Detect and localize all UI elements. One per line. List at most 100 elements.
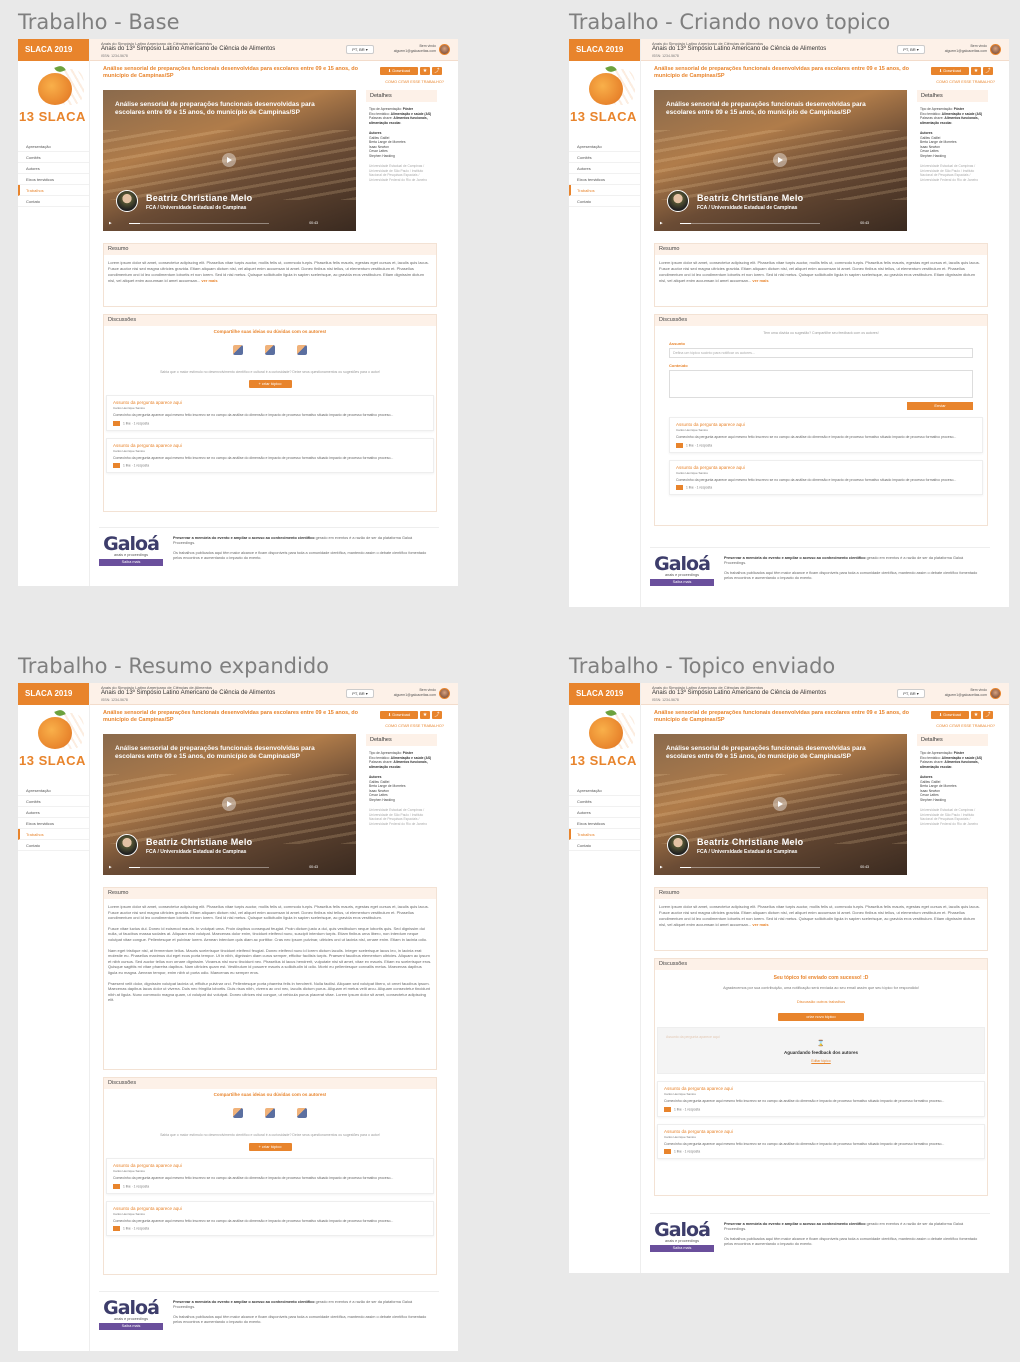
video-controls[interactable]: ▶ 00:43: [109, 221, 350, 226]
avatar[interactable]: [990, 688, 1001, 699]
share-icon[interactable]: ⤴: [432, 711, 442, 719]
question-card[interactable]: Assunto da pergunta aparece aqui Carlos H…: [669, 459, 983, 495]
nav-item-trabalhos[interactable]: Trabalhos: [569, 829, 640, 840]
question-title[interactable]: Assunto da pergunta aparece aqui: [113, 400, 427, 405]
video-progress[interactable]: [129, 223, 269, 224]
language-select[interactable]: PT, BR ▾: [346, 689, 374, 698]
question-card[interactable]: Assunto da pergunta aparece aqui Carlos H…: [657, 1123, 985, 1159]
ver-mais-link[interactable]: ver mais: [200, 278, 217, 283]
nav-item-comites[interactable]: Comitês: [18, 796, 89, 807]
language-select[interactable]: PT, BR ▾: [897, 689, 925, 698]
play-small-icon[interactable]: ▶: [660, 865, 663, 869]
author[interactable]: Stephen Hawking: [920, 154, 985, 159]
nav-item-autores[interactable]: Autores: [18, 163, 89, 174]
like-icon[interactable]: [113, 420, 120, 426]
star-icon[interactable]: ★: [420, 711, 430, 719]
question-title[interactable]: Assunto da pergunta aparece aqui: [113, 443, 427, 448]
like-icon[interactable]: [113, 1226, 120, 1231]
nav-item-apresentacao[interactable]: Apresentação: [569, 141, 640, 152]
send-button[interactable]: Enviar: [907, 402, 973, 410]
nav-item-trabalhos[interactable]: Trabalhos: [569, 185, 640, 196]
author[interactable]: Stephen Hawking: [920, 798, 985, 803]
nav-item-trabalhos[interactable]: Trabalhos: [18, 829, 89, 840]
download-button[interactable]: ⬇ Download: [380, 67, 418, 75]
star-icon[interactable]: ★: [971, 711, 981, 719]
ver-mais-link[interactable]: ver mais: [751, 922, 768, 927]
play-icon[interactable]: [773, 153, 787, 167]
subject-input[interactable]: Defina um tópico sucinto para notificar …: [669, 348, 973, 358]
nav-item-eixos[interactable]: Eixos temáticos: [569, 174, 640, 185]
nav-item-eixos[interactable]: Eixos temáticos: [18, 174, 89, 185]
question-card[interactable]: Assunto da pergunta aparece aqui Carlos H…: [657, 1081, 985, 1117]
like-icon[interactable]: [664, 1149, 671, 1154]
saiba-mais-button[interactable]: Saiba mais: [650, 1245, 714, 1252]
video-progress[interactable]: [680, 223, 820, 224]
question-card[interactable]: Assunto da pergunta aparece aqui Carlos H…: [106, 437, 434, 473]
edit-topic-link[interactable]: Editar tópico: [658, 1059, 984, 1063]
like-icon[interactable]: [113, 1183, 120, 1189]
share-icon[interactable]: ⤴: [983, 711, 993, 719]
video-player[interactable]: Análise sensorial de preparações funcion…: [654, 734, 907, 875]
author[interactable]: Stephen Hawking: [369, 798, 434, 803]
author[interactable]: Stephen Hawking: [369, 154, 434, 159]
like-icon[interactable]: [676, 485, 683, 490]
download-button[interactable]: ⬇ Download: [931, 67, 969, 75]
nav-item-contato[interactable]: Contato: [569, 840, 640, 851]
like-icon[interactable]: [676, 442, 683, 448]
cite-link[interactable]: COMO CITAR ESSE TRABALHO?: [385, 80, 444, 84]
nav-item-contato[interactable]: Contato: [18, 840, 89, 851]
language-select[interactable]: PT, BR ▾: [897, 45, 925, 54]
nav-item-trabalhos[interactable]: Trabalhos: [18, 185, 89, 196]
create-new-topic-button[interactable]: criar novo tópico: [778, 1013, 864, 1021]
ver-mais-link[interactable]: ver mais: [751, 278, 768, 283]
star-icon[interactable]: ★: [971, 67, 981, 75]
nav-item-contato[interactable]: Contato: [18, 196, 89, 207]
nav-item-eixos[interactable]: Eixos temáticos: [18, 818, 89, 829]
question-title[interactable]: Assunto da pergunta aparece aqui: [113, 1163, 427, 1168]
create-topic-button[interactable]: + criar tópico: [248, 1143, 292, 1151]
saiba-mais-button[interactable]: Saiba mais: [99, 559, 163, 566]
nav-item-autores[interactable]: Autores: [569, 163, 640, 174]
video-controls[interactable]: ▶ 00:43: [109, 865, 350, 870]
nav-item-apresentacao[interactable]: Apresentação: [18, 785, 89, 796]
video-player[interactable]: Análise sensorial de preparações funcion…: [103, 734, 356, 875]
cite-link[interactable]: COMO CITAR ESSE TRABALHO?: [936, 80, 995, 84]
nav-item-autores[interactable]: Autores: [18, 807, 89, 818]
cite-link[interactable]: COMO CITAR ESSE TRABALHO?: [936, 724, 995, 728]
play-small-icon[interactable]: ▶: [109, 221, 112, 225]
video-player[interactable]: Análise sensorial de preparações funcion…: [654, 90, 907, 231]
question-title[interactable]: Assunto da pergunta aparece aqui: [664, 1086, 978, 1091]
video-controls[interactable]: ▶ 00:43: [660, 221, 901, 226]
discuss-other-link[interactable]: Discussão outros trabalhos: [655, 999, 987, 1004]
question-title[interactable]: Assunto da pergunta aparece aqui: [113, 1206, 427, 1211]
play-small-icon[interactable]: ▶: [109, 865, 112, 869]
saiba-mais-button[interactable]: Saiba mais: [99, 1323, 163, 1330]
download-button[interactable]: ⬇ Download: [931, 711, 969, 719]
nav-item-apresentacao[interactable]: Apresentação: [569, 785, 640, 796]
nav-item-comites[interactable]: Comitês: [569, 152, 640, 163]
avatar[interactable]: [439, 688, 450, 699]
nav-item-autores[interactable]: Autores: [569, 807, 640, 818]
video-player[interactable]: Análise sensorial de preparações funcion…: [103, 90, 356, 231]
saiba-mais-button[interactable]: Saiba mais: [650, 579, 714, 586]
share-icon[interactable]: ⤴: [983, 67, 993, 75]
question-card[interactable]: Assunto da pergunta aparece aqui Carlos H…: [669, 417, 983, 453]
like-icon[interactable]: [113, 463, 120, 468]
nav-item-contato[interactable]: Contato: [569, 196, 640, 207]
nav-item-comites[interactable]: Comitês: [569, 796, 640, 807]
avatar[interactable]: [990, 44, 1001, 55]
avatar[interactable]: [439, 44, 450, 55]
video-controls[interactable]: ▶ 00:43: [660, 865, 901, 870]
create-topic-button[interactable]: + criar tópico: [248, 380, 292, 388]
star-icon[interactable]: ★: [420, 67, 430, 75]
nav-item-comites[interactable]: Comitês: [18, 152, 89, 163]
play-icon[interactable]: [222, 153, 236, 167]
question-title[interactable]: Assunto da pergunta aparece aqui: [664, 1129, 978, 1134]
language-select[interactable]: PT, BR ▾: [346, 45, 374, 54]
share-icon[interactable]: ⤴: [432, 67, 442, 75]
play-small-icon[interactable]: ▶: [660, 221, 663, 225]
question-title[interactable]: Assunto da pergunta aparece aqui: [676, 422, 976, 427]
cite-link[interactable]: COMO CITAR ESSE TRABALHO?: [385, 724, 444, 728]
play-icon[interactable]: [773, 797, 787, 811]
nav-item-eixos[interactable]: Eixos temáticos: [569, 818, 640, 829]
